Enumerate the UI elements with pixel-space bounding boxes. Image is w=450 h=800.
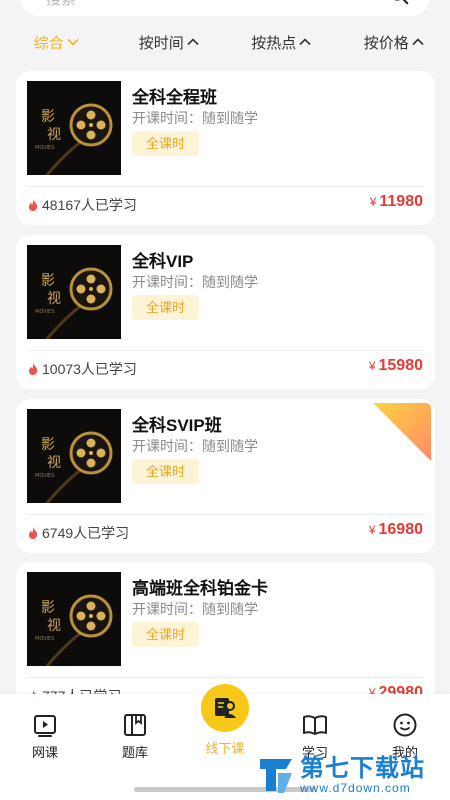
learner-count: 48167人已学习 bbox=[28, 195, 137, 215]
watermark-logo-icon bbox=[260, 759, 292, 793]
svg-text:影: 影 bbox=[41, 109, 55, 125]
svg-text:视: 视 bbox=[47, 127, 61, 143]
price-value: 15980 bbox=[378, 357, 424, 374]
learner-count-text: 48167人已学习 bbox=[42, 197, 137, 213]
chevron-up-icon bbox=[299, 38, 311, 46]
chevron-down-icon bbox=[67, 38, 79, 46]
svg-text:MOVIES: MOVIES bbox=[35, 145, 54, 151]
course-card[interactable]: 影视 MOVIES 全科全程班 开课时间：随到随学 全课时 48167人已学习 ¥… bbox=[16, 71, 435, 225]
learner-count: 6749人已学习 bbox=[28, 523, 129, 543]
sort-tab-comprehensive[interactable]: 综合 bbox=[0, 22, 113, 62]
flame-icon bbox=[29, 199, 38, 211]
svg-text:影: 影 bbox=[41, 437, 55, 453]
sort-tab-hot[interactable]: 按热点 bbox=[225, 22, 338, 62]
watermark-url: www.d7down.com bbox=[300, 781, 411, 795]
learner-count-text: 10073人已学习 bbox=[42, 361, 137, 377]
watermark-text: 第七下载站 www.d7down.com bbox=[300, 755, 425, 795]
sort-tab-label: 按时间 bbox=[138, 34, 184, 52]
book-study-icon bbox=[303, 715, 327, 735]
tab-online-course[interactable]: 网课 bbox=[10, 712, 80, 761]
tab-label: 题库 bbox=[121, 745, 148, 760]
course-tag: 全课时 bbox=[132, 131, 200, 156]
sort-tab-time[interactable]: 按时间 bbox=[113, 22, 226, 62]
tab-label: 网课 bbox=[31, 745, 58, 760]
divider bbox=[27, 677, 424, 678]
divider bbox=[27, 514, 424, 515]
offline-class-icon bbox=[215, 698, 236, 718]
site-watermark: 第七下载站 www.d7down.com bbox=[256, 750, 448, 800]
course-tag: 全课时 bbox=[132, 622, 200, 647]
learner-count: 10073人已学习 bbox=[28, 359, 137, 379]
course-thumbnail: 影视 MOVIES bbox=[27, 81, 121, 175]
price-value: 11980 bbox=[379, 193, 423, 210]
divider bbox=[27, 186, 424, 187]
course-price: ¥16980 bbox=[369, 521, 423, 539]
tab-label: 线下课 bbox=[205, 741, 245, 756]
course-card[interactable]: 影视 MOVIES 全科VIP 开课时间：随到随学 全课时 10073人已学习 ¥… bbox=[16, 235, 435, 389]
currency-symbol: ¥ bbox=[368, 359, 376, 373]
tab-offline-class[interactable]: 线下课 bbox=[190, 684, 260, 757]
price-value: 16980 bbox=[378, 521, 424, 538]
course-title: 全科全程班 bbox=[132, 88, 217, 107]
svg-text:影: 影 bbox=[41, 273, 55, 289]
course-schedule: 开课时间：随到随学 bbox=[132, 110, 258, 126]
course-thumbnail: 影视 MOVIES bbox=[27, 572, 121, 666]
course-tag: 全课时 bbox=[132, 459, 200, 484]
course-thumbnail: 影视 MOVIES bbox=[27, 245, 121, 339]
sort-tab-label: 按价格 bbox=[363, 34, 409, 52]
sort-bar: 综合 按时间 按热点 按价格 bbox=[0, 22, 450, 62]
offline-class-button bbox=[201, 684, 249, 732]
svg-text:影: 影 bbox=[41, 600, 55, 616]
course-price: ¥11980 bbox=[370, 193, 423, 211]
course-price: ¥15980 bbox=[369, 357, 423, 375]
svg-text:MOVIES: MOVIES bbox=[35, 473, 54, 479]
svg-text:视: 视 bbox=[47, 618, 61, 634]
learner-count-text: 6749人已学习 bbox=[42, 525, 130, 541]
divider bbox=[27, 350, 424, 351]
svg-text:视: 视 bbox=[47, 291, 61, 307]
chevron-up-icon bbox=[187, 38, 199, 46]
video-lesson-icon bbox=[34, 715, 56, 737]
course-card[interactable]: 影视 MOVIES 全科SVIP班 开课时间：随到随学 全课时 6749人已学习 … bbox=[16, 399, 435, 553]
sort-tab-price[interactable]: 按价格 bbox=[338, 22, 450, 62]
course-title: 全科VIP bbox=[132, 252, 194, 271]
question-bank-icon bbox=[124, 714, 146, 736]
course-thumbnail: 影视 MOVIES bbox=[27, 409, 121, 503]
flame-icon bbox=[29, 363, 38, 375]
svg-text:MOVIES: MOVIES bbox=[35, 636, 54, 642]
flame-icon bbox=[29, 527, 38, 539]
course-title: 全科SVIP班 bbox=[132, 416, 222, 435]
course-tag: 全课时 bbox=[132, 295, 200, 320]
course-schedule: 开课时间：随到随学 bbox=[132, 438, 258, 454]
sort-tab-label: 综合 bbox=[33, 34, 64, 52]
chevron-up-icon bbox=[412, 38, 424, 46]
watermark-name: 第七下载站 bbox=[300, 754, 425, 782]
currency-symbol: ¥ bbox=[368, 523, 376, 537]
profile-face-icon bbox=[393, 713, 417, 737]
search-area: 搜索 bbox=[0, 0, 450, 22]
search-placeholder: 搜索 bbox=[46, 0, 76, 9]
course-title: 高端班全科铂金卡 bbox=[132, 579, 268, 598]
tab-question-bank[interactable]: 题库 bbox=[100, 712, 170, 761]
sort-tab-label: 按热点 bbox=[251, 34, 297, 52]
course-schedule: 开课时间：随到随学 bbox=[132, 274, 258, 290]
course-schedule: 开课时间：随到随学 bbox=[132, 601, 258, 617]
search-icon[interactable] bbox=[388, 0, 410, 6]
svg-text:视: 视 bbox=[47, 455, 61, 471]
currency-symbol: ¥ bbox=[369, 195, 377, 209]
corner-ribbon-badge bbox=[373, 403, 431, 461]
svg-text:MOVIES: MOVIES bbox=[35, 309, 54, 315]
search-bar[interactable]: 搜索 bbox=[20, 0, 430, 16]
